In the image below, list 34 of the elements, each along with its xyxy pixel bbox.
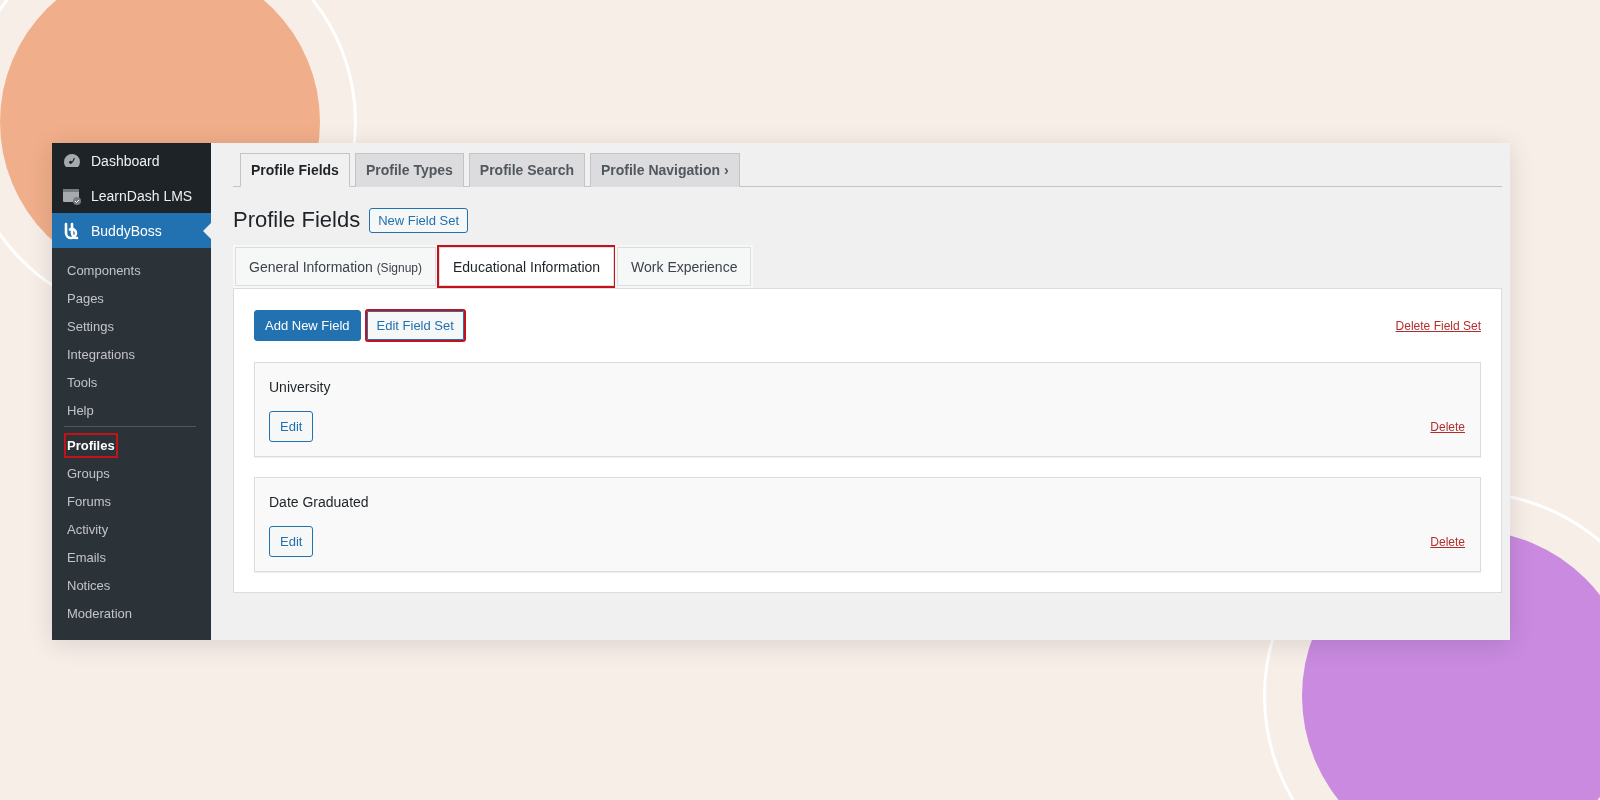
submenu-item[interactable]: Emails xyxy=(64,544,109,570)
menu-item[interactable]: Dashboard xyxy=(52,143,211,178)
field-name: Date Graduated xyxy=(269,494,370,510)
edit-button[interactable]: Edit xyxy=(269,411,314,442)
delete-link[interactable]: Delete xyxy=(1430,534,1465,549)
submenu-item[interactable]: Components xyxy=(64,257,144,283)
field-set-tab[interactable]: Educational Information xyxy=(437,245,617,288)
submenu-item[interactable]: Moderation xyxy=(64,600,136,626)
submenu-item[interactable]: Notices xyxy=(64,572,114,598)
delete-link[interactable]: Delete xyxy=(1430,419,1465,434)
nav-tab[interactable]: Profile Fields xyxy=(240,153,350,187)
submenu-item[interactable]: Pages xyxy=(64,285,107,311)
edit-button[interactable]: Edit xyxy=(269,526,314,557)
page-title: Profile Fields xyxy=(233,207,361,233)
submenu-item[interactable]: Help xyxy=(64,397,97,423)
new-field-set-button[interactable]: New Field Set xyxy=(369,207,469,233)
menu-item[interactable]: LearnDash LMS xyxy=(52,178,211,213)
nav-tab[interactable]: Profile Search xyxy=(468,153,585,187)
nav-tab[interactable]: Profile Navigation › xyxy=(589,153,740,187)
delete-field-set-link[interactable]: Delete Field Set xyxy=(1395,318,1481,333)
field-set-tab[interactable]: Work Experience xyxy=(615,245,754,288)
edit-field-set-button[interactable]: Edit Field Set xyxy=(364,309,466,342)
field-name: University xyxy=(269,379,332,395)
submenu-item[interactable]: Activity xyxy=(64,516,112,542)
submenu-item[interactable]: Tools xyxy=(64,369,101,395)
submenu-item[interactable]: Settings xyxy=(64,313,117,339)
nav-tab[interactable]: Profile Types xyxy=(354,153,464,187)
submenu-item[interactable]: Forums xyxy=(64,488,115,514)
menu-item[interactable]: BuddyBoss xyxy=(52,213,211,248)
submenu-item[interactable]: Groups xyxy=(64,460,113,486)
add-field-button[interactable]: Add New Field xyxy=(254,310,361,341)
submenu-item[interactable]: Integrations xyxy=(64,341,138,367)
submenu-item[interactable]: Profiles xyxy=(64,432,118,458)
field-set-tab[interactable]: General Information (Signup) xyxy=(233,245,438,288)
